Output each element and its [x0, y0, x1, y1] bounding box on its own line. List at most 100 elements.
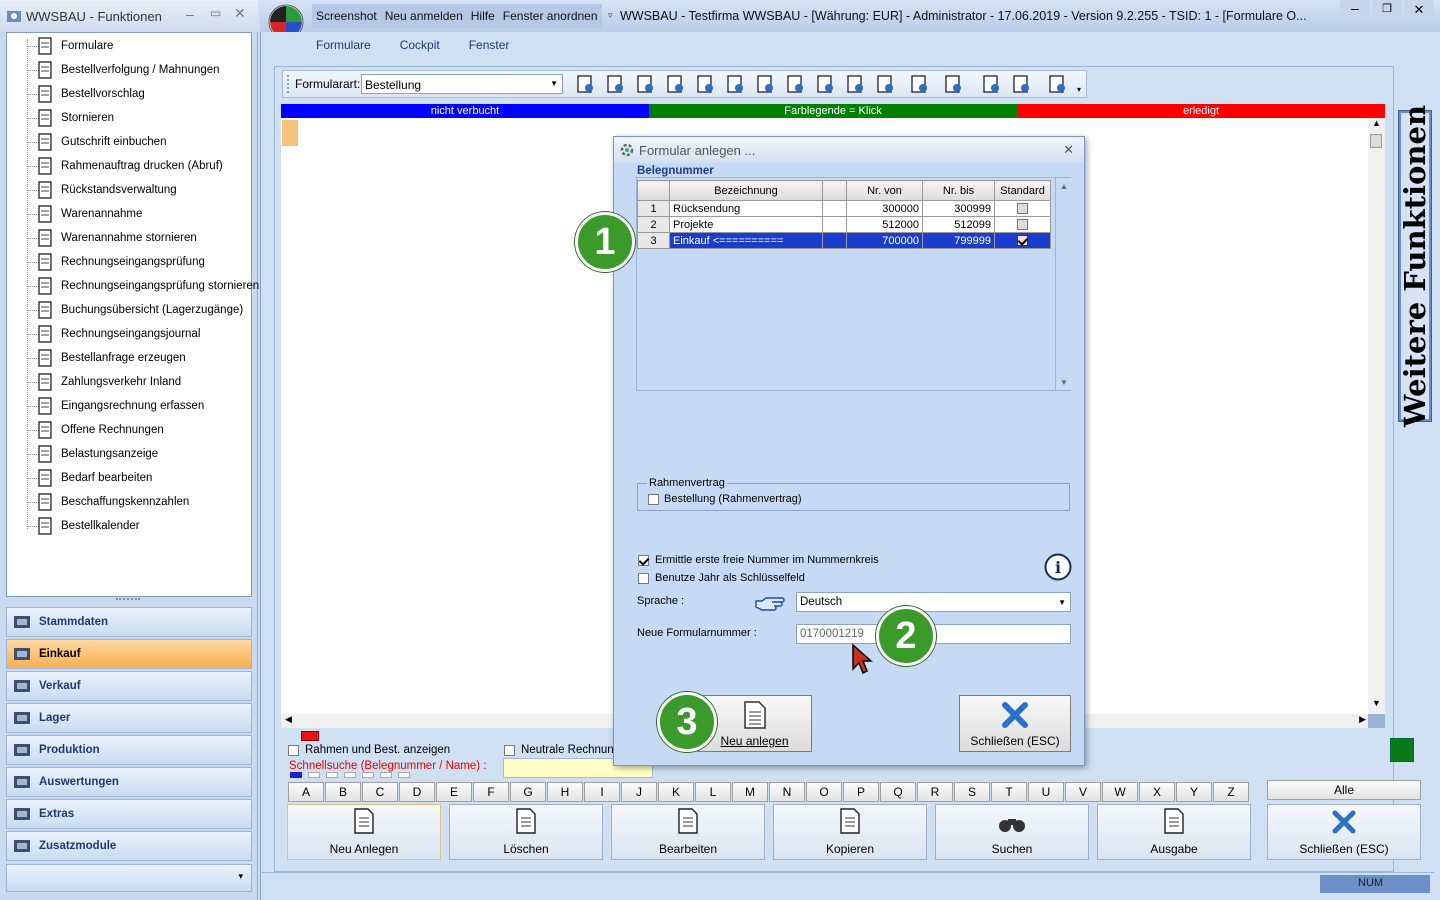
chevron-down-icon[interactable]: ▼: [1058, 598, 1066, 607]
cell-standard[interactable]: [994, 232, 1051, 249]
document-info-icon[interactable]: [843, 73, 867, 95]
rahmen-anzeigen-row[interactable]: Rahmen und Best. anzeigen: [288, 744, 450, 756]
nav-group-verkauf[interactable]: Verkauf: [6, 671, 252, 701]
tree-item[interactable]: Gutschrift einbuchen: [35, 131, 166, 153]
letter-filter-d[interactable]: D: [399, 782, 435, 802]
sort-down-icon[interactable]: [941, 73, 965, 95]
letter-filter-o[interactable]: O: [806, 782, 842, 802]
cart-cancel-icon[interactable]: [753, 73, 777, 95]
nav-group-stammdaten[interactable]: Stammdaten: [6, 607, 252, 637]
tree-item[interactable]: Belastungsanzeige: [35, 443, 158, 465]
cell-standard[interactable]: [994, 216, 1051, 233]
letter-filter-y[interactable]: Y: [1176, 782, 1212, 802]
toolbar-overflow-icon[interactable]: ▾: [1077, 85, 1081, 94]
suchen-button[interactable]: Suchen: [935, 804, 1089, 860]
top-menu-item[interactable]: Screenshot: [312, 4, 381, 28]
bearbeiten-button[interactable]: Bearbeiten: [611, 804, 765, 860]
minimize-icon[interactable]: –: [186, 6, 194, 22]
rahmenvertrag-checkbox[interactable]: [648, 493, 659, 505]
weitere-funktionen-tab[interactable]: Weitere Funktionen: [1398, 105, 1432, 427]
letter-filter-alle[interactable]: Alle: [1267, 780, 1421, 800]
monitor-icon[interactable]: [907, 73, 931, 95]
letter-filter-u[interactable]: U: [1028, 782, 1064, 802]
schließen-esc-button[interactable]: Schließen (ESC): [1267, 804, 1421, 860]
scroll-right-icon[interactable]: ▶: [1359, 714, 1366, 725]
tree-item[interactable]: Stornieren: [35, 107, 114, 129]
nav-group-produktion[interactable]: Produktion: [6, 735, 252, 765]
table-row[interactable]: 1 Rücksendung 300000 300999: [637, 200, 1051, 217]
scroll-up-icon[interactable]: ▲: [1060, 182, 1068, 191]
rahmen-anzeigen-checkbox[interactable]: [288, 744, 299, 756]
standard-checkbox[interactable]: [1017, 219, 1028, 231]
letter-filter-x[interactable]: X: [1139, 782, 1175, 802]
nav-group-auswertungen[interactable]: Auswertungen: [6, 767, 252, 797]
letter-filter-w[interactable]: W: [1102, 782, 1138, 802]
menu-fenster[interactable]: Fenster: [469, 38, 510, 52]
scroll-down-icon[interactable]: ▼: [1372, 698, 1381, 708]
cell-nr-bis[interactable]: 512099: [922, 216, 995, 233]
cell-nr-von[interactable]: 512000: [846, 216, 923, 233]
top-menu-item[interactable]: Hilfe: [466, 4, 499, 28]
tree-item[interactable]: Rechnungseingangsprüfung stornieren: [35, 275, 259, 297]
clipboard-icon[interactable]: [573, 73, 597, 95]
tree-item[interactable]: Buchungsübersicht (Lagerzugänge): [35, 299, 243, 321]
page-header-icon[interactable]: [1009, 73, 1033, 95]
grid-scrollbar[interactable]: ▲ ▼: [1055, 178, 1071, 390]
scroll-thumb[interactable]: [1370, 134, 1382, 148]
cart-cancel-icon[interactable]: [813, 73, 837, 95]
column-header-nr-bis[interactable]: Nr. bis: [922, 180, 995, 201]
legend-item[interactable]: nicht verbucht: [281, 104, 649, 118]
legend-item[interactable]: Farblegende = Klick: [649, 104, 1017, 118]
rahmenvertrag-row[interactable]: Bestellung (Rahmenvertrag): [648, 493, 802, 505]
letter-filter-h[interactable]: H: [547, 782, 583, 802]
tree-item[interactable]: Rechnungseingangsprüfung: [35, 251, 205, 273]
close-icon[interactable]: ✕: [234, 5, 246, 22]
green-status-square[interactable]: [1390, 738, 1414, 762]
tree-item[interactable]: Offene Rechnungen: [35, 419, 164, 441]
standard-checkbox[interactable]: [1017, 235, 1028, 247]
belegnummer-grid[interactable]: Bezeichnung Nr. von Nr. bis Standard 1 Rü…: [636, 177, 1071, 391]
table-row[interactable]: 3 Einkauf <========== 700000 799999: [637, 232, 1051, 249]
column-header-nr-von[interactable]: Nr. von: [846, 180, 923, 201]
tree-item[interactable]: Rahmenauftrag drucken (Abruf): [35, 155, 223, 177]
maximize-icon[interactable]: ▭: [210, 6, 221, 20]
tree-item[interactable]: Rückstandsverwaltung: [35, 179, 177, 201]
letter-filter-j[interactable]: J: [621, 782, 657, 802]
löschen-button[interactable]: Löschen: [449, 804, 603, 860]
nav-group-lager[interactable]: Lager: [6, 703, 252, 733]
table-row[interactable]: 2 Projekte 512000 512099: [637, 216, 1051, 233]
tree-item[interactable]: Bestellvorschlag: [35, 83, 145, 105]
letter-filter-s[interactable]: S: [954, 782, 990, 802]
letter-filter-r[interactable]: R: [917, 782, 953, 802]
tree-item[interactable]: Warenannahme stornieren: [35, 227, 197, 249]
letter-filter-g[interactable]: G: [510, 782, 546, 802]
nav-group-zusatzmodule[interactable]: Zusatzmodule: [6, 831, 252, 861]
dialog-close-icon[interactable]: ✕: [1063, 142, 1074, 158]
page-blank-icon[interactable]: [979, 73, 1003, 95]
tree-item[interactable]: Warenannahme: [35, 203, 142, 225]
top-menu-item[interactable]: Fenster anordnen: [498, 4, 602, 28]
euro-cancel-icon[interactable]: [693, 73, 717, 95]
cell-bezeichnung[interactable]: Projekte: [669, 216, 823, 233]
menu-cockpit[interactable]: Cockpit: [400, 38, 440, 52]
chevron-down-icon[interactable]: ▼: [550, 79, 558, 88]
jahr-row[interactable]: Benutze Jahr als Schlüsselfeld: [638, 572, 805, 584]
tree-item[interactable]: Formulare: [35, 35, 113, 57]
cell-nr-von[interactable]: 300000: [846, 200, 923, 217]
book-icon[interactable]: [783, 73, 807, 95]
tree-item[interactable]: Beschaffungskennzahlen: [35, 491, 189, 513]
tree-item[interactable]: Bestellverfolgung / Mahnungen: [35, 59, 220, 81]
tree-item[interactable]: Bestellkalender: [35, 515, 140, 537]
letter-filter-p[interactable]: P: [843, 782, 879, 802]
neutrale-rechnung-row[interactable]: Neutrale Rechnung: [504, 744, 620, 756]
neutrale-rechnung-checkbox[interactable]: [504, 744, 515, 756]
nav-group-extras[interactable]: Extras: [6, 799, 252, 829]
neu-anlegen-button[interactable]: Neu Anlegen: [287, 804, 441, 860]
close-icon[interactable]: ✕: [1404, 0, 1434, 20]
ermittle-row[interactable]: Ermittle erste freie Nummer im Nummernkr…: [638, 554, 879, 566]
legend-item[interactable]: erledigt: [1017, 104, 1385, 118]
dialog-close-button[interactable]: Schließen (ESC): [959, 695, 1071, 752]
dropdown-arrow-icon[interactable]: ▿: [608, 10, 613, 21]
column-header-bezeichnung[interactable]: Bezeichnung: [669, 180, 823, 201]
cart-user-icon[interactable]: [723, 73, 747, 95]
